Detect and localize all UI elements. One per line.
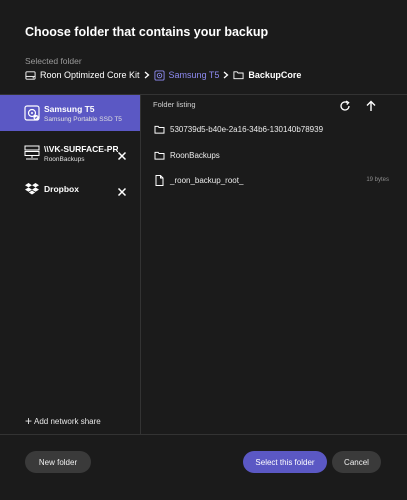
source-item-vk-surface-pro[interactable]: \\VK-SURFACE-PRO RoonBackups	[0, 135, 140, 171]
breadcrumb-label: Roon Optimized Core Kit	[40, 70, 140, 80]
list-item-name: RoonBackups	[170, 150, 220, 160]
list-item-name: 530739d5-b40e-2a16-34b6-130140b78939	[170, 124, 324, 134]
list-item-name: _roon_backup_root_	[170, 175, 244, 185]
new-folder-button[interactable]: New folder	[25, 451, 91, 473]
source-item-samsung-t5[interactable]: Samsung T5 Samsung Portable SSD T5	[0, 95, 140, 131]
disk-icon	[154, 69, 165, 81]
list-item-file[interactable]: _roon_backup_root_ 19 bytes	[141, 168, 407, 192]
chevron-right-icon	[144, 71, 150, 79]
folder-icon	[153, 149, 165, 161]
source-name: \\VK-SURFACE-PRO	[44, 143, 118, 154]
source-name: Samsung T5	[44, 103, 95, 114]
refresh-icon[interactable]	[339, 99, 351, 111]
add-network-share-button[interactable]: + Add network share	[25, 414, 101, 428]
dropbox-icon	[24, 181, 40, 197]
file-size: 19 bytes	[366, 177, 389, 183]
plus-icon: +	[25, 414, 33, 428]
source-item-dropbox[interactable]: Dropbox	[0, 171, 140, 207]
source-subtitle: RoonBackups	[44, 155, 85, 163]
breadcrumb-item-backupcore[interactable]: BackupCore	[233, 70, 301, 80]
folder-icon	[153, 123, 165, 135]
add-network-share-label: Add network share	[34, 416, 101, 426]
selected-folder-label: Selected folder	[25, 56, 82, 66]
breadcrumb-label: Samsung T5	[168, 70, 220, 80]
source-sidebar: Samsung T5 Samsung Portable SSD T5 \\VK-…	[0, 95, 141, 434]
cancel-button[interactable]: Cancel	[332, 451, 381, 473]
breadcrumb-item-core-kit[interactable]: Roon Optimized Core Kit	[25, 70, 140, 81]
chevron-right-icon	[223, 71, 229, 79]
file-icon	[153, 174, 165, 186]
drive-icon	[25, 70, 36, 80]
select-folder-button[interactable]: Select this folder	[243, 451, 327, 473]
dialog-title: Choose folder that contains your backup	[25, 25, 269, 39]
browser-panel: Samsung T5 Samsung Portable SSD T5 \\VK-…	[0, 94, 407, 435]
breadcrumb: Roon Optimized Core Kit Samsung T5 Backu…	[25, 67, 301, 83]
folder-icon	[233, 71, 244, 80]
breadcrumb-item-samsung[interactable]: Samsung T5	[154, 69, 220, 81]
source-subtitle: Samsung Portable SSD T5	[44, 115, 122, 123]
disk-icon	[24, 105, 40, 121]
remove-source-icon[interactable]	[117, 148, 127, 161]
remove-source-icon[interactable]	[117, 184, 127, 197]
arrow-up-icon[interactable]	[365, 99, 377, 111]
list-item-folder[interactable]: RoonBackups	[141, 143, 407, 167]
network-server-icon	[24, 145, 40, 161]
list-item-folder[interactable]: 530739d5-b40e-2a16-34b6-130140b78939	[141, 117, 407, 141]
source-name: Dropbox	[44, 184, 79, 194]
breadcrumb-label: BackupCore	[248, 70, 302, 80]
folder-listing-header: Folder listing	[153, 100, 196, 109]
